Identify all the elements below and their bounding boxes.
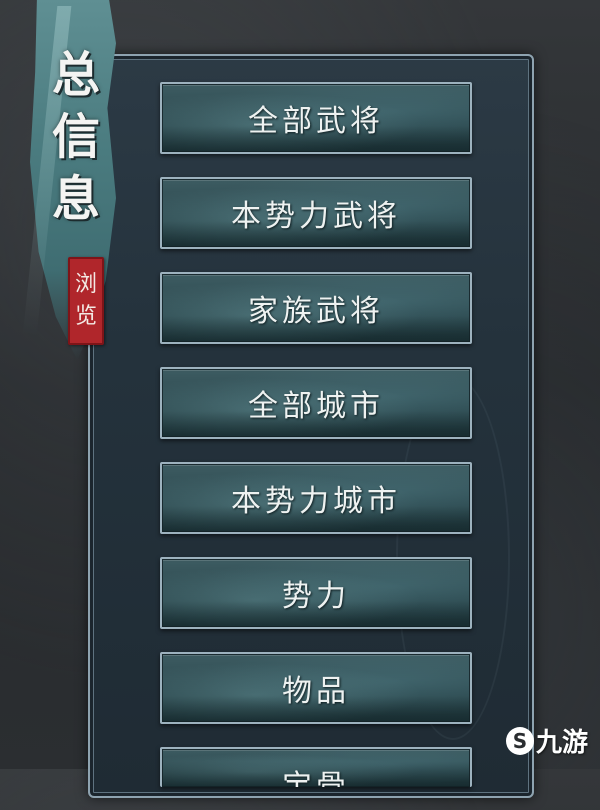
menu-button-label: 全部武将 bbox=[248, 104, 384, 139]
logo-icon: S bbox=[505, 726, 534, 755]
title-char: 息 bbox=[51, 171, 100, 227]
seal-char: 浏 bbox=[74, 272, 97, 297]
menu-button-factions[interactable]: 势力 bbox=[160, 557, 472, 629]
menu-button-faction-generals[interactable]: 本势力武将 bbox=[160, 177, 472, 249]
menu-button-label: 势力 bbox=[282, 579, 350, 614]
menu-button-items[interactable]: 物品 bbox=[160, 652, 472, 724]
menu-list: 全部武将 本势力武将 家族武将 全部城市 本势力城市 势力 物品 宝骨 bbox=[160, 82, 472, 810]
browse-seal: 浏 览 bbox=[68, 257, 104, 345]
menu-button-all-cities[interactable]: 全部城市 bbox=[160, 367, 472, 439]
menu-button-label: 本势力城市 bbox=[231, 484, 401, 519]
menu-button-label: 宝骨 bbox=[282, 769, 350, 787]
title-char: 信 bbox=[51, 109, 100, 165]
menu-button-label: 家族武将 bbox=[248, 294, 384, 329]
menu-button-all-generals[interactable]: 全部武将 bbox=[160, 82, 472, 154]
menu-button-label: 全部城市 bbox=[248, 389, 384, 424]
menu-button-family-generals[interactable]: 家族武将 bbox=[160, 272, 472, 344]
title-char: 总 bbox=[51, 47, 100, 103]
menu-button-label: 物品 bbox=[282, 674, 350, 709]
page-title: 总 信 息 bbox=[46, 44, 106, 230]
seal-char: 览 bbox=[74, 304, 97, 329]
menu-button-treasures[interactable]: 宝骨 bbox=[160, 747, 472, 787]
menu-button-faction-cities[interactable]: 本势力城市 bbox=[160, 462, 472, 534]
menu-button-label: 本势力武将 bbox=[231, 199, 401, 234]
watermark: S 九游 bbox=[505, 722, 588, 759]
watermark-text: 九游 bbox=[535, 728, 588, 758]
